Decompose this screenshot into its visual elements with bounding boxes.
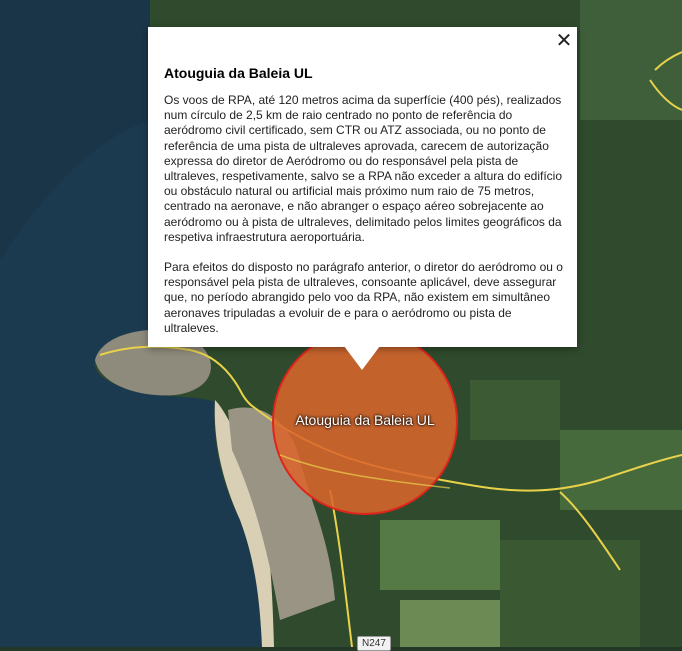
- road-shield-label: N247: [357, 636, 391, 651]
- aerodrome-zone-label: Atouguia da Baleia UL: [295, 412, 435, 428]
- popup-paragraph: Para efeitos do disposto no parágrafo an…: [164, 260, 563, 335]
- info-popup: ✕ Atouguia da Baleia UL Os voos de RPA, …: [148, 27, 577, 347]
- popup-paragraph: Os voos de RPA, até 120 metros acima da …: [164, 93, 562, 244]
- close-icon[interactable]: ✕: [555, 30, 573, 50]
- popup-title: Atouguia da Baleia UL: [164, 65, 313, 81]
- popup-body: Os voos de RPA, até 120 metros acima da …: [164, 93, 564, 351]
- popup-pointer: [344, 346, 380, 370]
